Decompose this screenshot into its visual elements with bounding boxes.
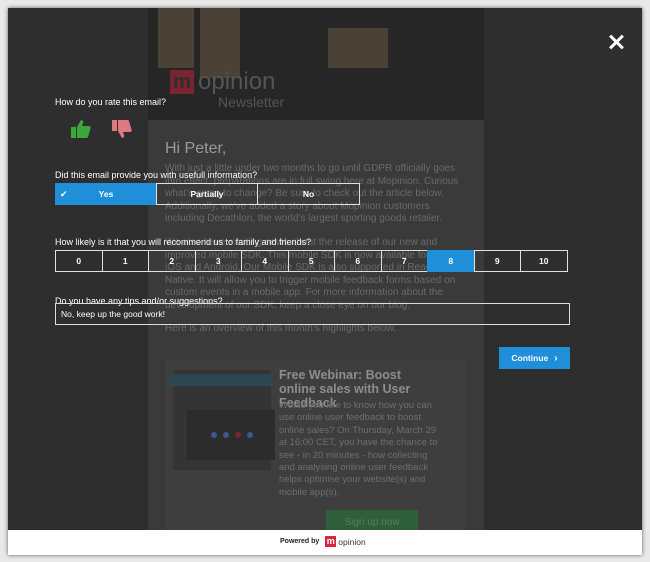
footer: Powered by m opinion	[8, 530, 642, 555]
brand-name: opinion	[338, 536, 366, 547]
powered-by-text: Powered by	[280, 538, 320, 545]
useful-info-options: ✔ Yes Partially No	[55, 183, 360, 205]
newsletter-logo-sub: Newsletter	[218, 94, 285, 110]
option-label: 9	[494, 256, 500, 266]
screen-dot	[235, 432, 241, 438]
chevron-right-icon: ›	[554, 352, 558, 364]
question-recommend: How likely is it that you will recommend…	[55, 237, 312, 247]
option-no[interactable]: No	[257, 183, 360, 205]
option-label: Yes	[98, 189, 114, 199]
scale-option-10[interactable]: 10	[520, 250, 568, 272]
option-label: 10	[539, 256, 549, 266]
option-label: 5	[308, 256, 314, 266]
newsletter-greeting: Hi Peter,	[165, 140, 227, 157]
powered-by[interactable]: Powered by m opinion	[280, 536, 366, 547]
webinar-text: Would you like to know how you can use o…	[279, 400, 438, 498]
scale-option-0[interactable]: 0	[55, 250, 103, 272]
screen-dot	[247, 432, 253, 438]
webinar-ribbon	[169, 374, 273, 386]
option-partially[interactable]: Partially	[156, 183, 258, 205]
option-label: No	[302, 189, 315, 199]
scale-option-1[interactable]: 1	[101, 250, 149, 272]
option-yes[interactable]: ✔ Yes	[55, 183, 157, 205]
option-label: 3	[215, 256, 221, 266]
header-photo-panel	[158, 8, 194, 68]
close-icon[interactable]	[608, 34, 624, 50]
recommend-scale: 0 1 2 3 4 5 6 7 8 9 10	[55, 250, 568, 272]
continue-button[interactable]: Continue ›	[499, 347, 570, 369]
scale-option-9[interactable]: 9	[473, 250, 521, 272]
scale-option-8[interactable]: 8	[427, 250, 475, 272]
newsletter-logo-mark: m	[170, 70, 194, 94]
thumbs-down-icon[interactable]	[111, 118, 133, 140]
screen-dot	[223, 432, 229, 438]
scale-option-6[interactable]: 6	[334, 250, 382, 272]
option-label: 4	[262, 256, 268, 266]
check-icon: ✔	[60, 189, 68, 199]
scale-option-2[interactable]: 2	[148, 250, 196, 272]
header-photo-panel	[328, 28, 388, 68]
newsletter-background: m opinion Newsletter Hi Peter, With just…	[148, 8, 484, 555]
newsletter-header-image: m opinion Newsletter	[148, 8, 484, 120]
webinar-screen	[187, 410, 275, 460]
option-label: 2	[169, 256, 175, 266]
option-label: 0	[76, 256, 82, 266]
option-label: 1	[122, 256, 128, 266]
question-rate-email: How do you rate this email?	[55, 97, 167, 107]
scale-option-4[interactable]: 4	[241, 250, 289, 272]
continue-label: Continue	[511, 353, 549, 363]
newsletter-logo-text: opinion	[198, 68, 276, 95]
option-label: Partially	[190, 189, 224, 199]
scale-option-3[interactable]: 3	[194, 250, 242, 272]
option-label: 8	[448, 256, 454, 266]
scale-option-5[interactable]: 5	[287, 250, 335, 272]
thumbs-up-icon[interactable]	[70, 118, 92, 140]
tips-input[interactable]: No, keep up the good work!	[55, 303, 570, 325]
survey-modal: m opinion Newsletter Hi Peter, With just…	[8, 8, 642, 555]
option-label: 6	[355, 256, 361, 266]
option-label: 7	[401, 256, 407, 266]
scale-option-7[interactable]: 7	[380, 250, 428, 272]
screen-dot	[211, 432, 217, 438]
brand-logo-icon: m	[325, 536, 337, 547]
question-useful-info: Did this email provide you with usefull …	[55, 170, 258, 180]
